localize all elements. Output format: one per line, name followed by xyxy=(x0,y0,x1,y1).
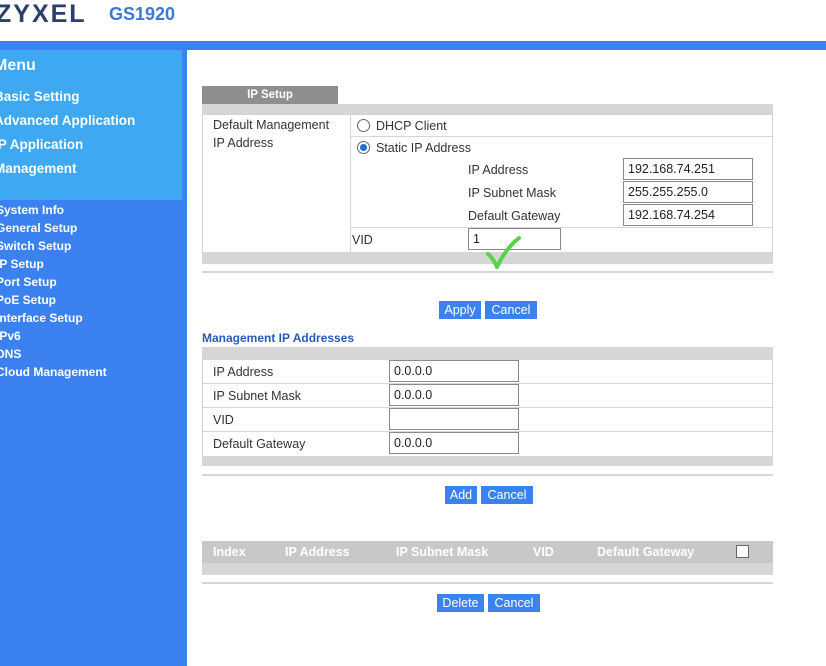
menu-sub-ip-setup[interactable]: IP Setup xyxy=(0,257,44,271)
delete-button[interactable]: Delete xyxy=(437,594,484,612)
ip-address-input[interactable]: 192.168.74.251 xyxy=(623,158,753,180)
section-separator xyxy=(202,582,773,584)
mgmt-vid-label: VID xyxy=(213,413,234,427)
menu-sub-ipv6[interactable]: IPv6 xyxy=(0,329,21,343)
menu-sub-poe-setup[interactable]: PoE Setup xyxy=(0,293,56,307)
table-cancel-button[interactable]: Cancel xyxy=(488,594,540,612)
menu-sub-switch-setup[interactable]: Switch Setup xyxy=(0,239,71,253)
menu-title: Menu xyxy=(0,57,36,74)
menu-item-basic-setting[interactable]: Basic Setting xyxy=(0,89,80,104)
cancel-button[interactable]: Cancel xyxy=(485,301,537,319)
mgmt-ip-input[interactable]: 0.0.0.0 xyxy=(389,360,519,382)
menu-sub-dns[interactable]: DNS xyxy=(0,347,21,361)
dhcp-radio[interactable] xyxy=(357,119,370,132)
menu-sub-general-setup[interactable]: General Setup xyxy=(0,221,77,235)
col-index: Index xyxy=(213,545,246,559)
mgmt-vid-input[interactable] xyxy=(389,408,519,430)
add-button[interactable]: Add xyxy=(445,486,477,504)
section-separator xyxy=(202,474,773,476)
mgmt-mask-input[interactable]: 0.0.0.0 xyxy=(389,384,519,406)
row-divider xyxy=(350,227,772,228)
menu-sub-port-setup[interactable]: Port Setup xyxy=(0,275,57,289)
dhcp-label: DHCP Client xyxy=(376,119,447,133)
menu-sub-system-info[interactable]: System Info xyxy=(0,203,64,217)
default-management-label-2: IP Address xyxy=(213,136,274,150)
subnet-mask-input[interactable]: 255.255.255.0 xyxy=(623,181,753,203)
apply-button[interactable]: Apply xyxy=(439,301,481,319)
row-divider xyxy=(350,136,772,137)
mgmt-cancel-button[interactable]: Cancel xyxy=(481,486,533,504)
col-subnet-mask: IP Subnet Mask xyxy=(396,545,489,559)
menu-sub-interface-setup[interactable]: Interface Setup xyxy=(0,311,83,325)
menu-sub-cloud-management[interactable]: Cloud Management xyxy=(0,365,107,379)
ip-address-label: IP Address xyxy=(468,163,529,177)
col-ip-address: IP Address xyxy=(285,545,350,559)
management-header-bar xyxy=(202,347,773,359)
subnet-mask-label: IP Subnet Mask xyxy=(468,186,557,200)
col-default-gateway: Default Gateway xyxy=(597,545,695,559)
menu-item-management[interactable]: Management xyxy=(0,161,77,176)
vid-label: VID xyxy=(352,233,373,247)
tab-ip-setup[interactable]: IP Setup xyxy=(202,86,338,104)
default-management-label: Default Management xyxy=(213,118,330,132)
col-vid: VID xyxy=(533,545,554,559)
static-ip-label: Static IP Address xyxy=(376,141,471,155)
management-footer-bar xyxy=(202,456,773,466)
ip-setup-divider xyxy=(350,114,351,254)
ip-setup-header-bar xyxy=(202,104,773,114)
mgmt-mask-label: IP Subnet Mask xyxy=(213,389,302,403)
menu-item-advanced-application[interactable]: Advanced Application xyxy=(0,113,135,128)
checkmark-icon xyxy=(486,236,521,269)
model-name: GS1920 xyxy=(109,4,176,24)
default-gateway-label: Default Gateway xyxy=(468,209,561,223)
menu-item-ip-application[interactable]: IP Application xyxy=(0,137,83,152)
brand-logo: ZYXEL xyxy=(0,0,87,28)
static-ip-radio[interactable] xyxy=(357,141,370,154)
mgmt-gateway-label: Default Gateway xyxy=(213,437,306,451)
mgmt-gateway-input[interactable]: 0.0.0.0 xyxy=(389,432,519,454)
table-footer-bar xyxy=(202,563,773,575)
default-gateway-input[interactable]: 192.168.74.254 xyxy=(623,204,753,226)
select-all-checkbox[interactable] xyxy=(736,545,749,558)
mgmt-ip-label: IP Address xyxy=(213,365,274,379)
top-accent-bar xyxy=(0,41,826,50)
management-section-title: Management IP Addresses xyxy=(202,331,355,345)
